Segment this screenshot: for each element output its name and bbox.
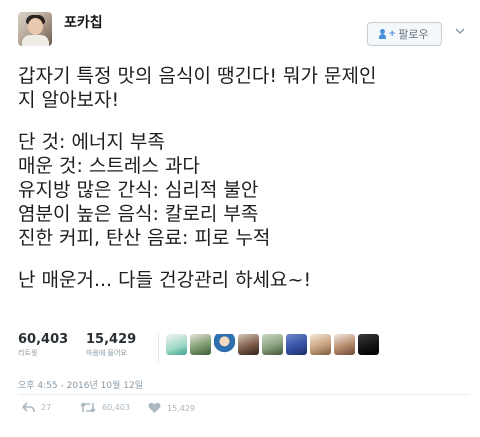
retweet-count: 60,403 [18,332,69,347]
tweet-timestamp[interactable]: 오후 4:55 - 2016년 10월 12일 [18,378,143,391]
liker-avatar[interactable] [286,334,307,355]
follow-button-label: 팔로우 [398,28,429,41]
liker-avatar[interactable] [310,334,331,355]
avatar[interactable] [18,12,52,46]
chevron-down-icon[interactable] [455,26,465,36]
liker-avatar[interactable] [262,334,283,355]
liker-avatar[interactable] [238,334,259,355]
user-plus-icon: + [379,29,396,39]
retweet-label: 리트윗 [18,349,38,357]
tweet-line: 유지방 많은 간식: 심리적 불안 [18,179,259,201]
tweet-header: 포카칩 + 팔로우 [0,0,480,56]
like-button[interactable]: 15,429 [148,402,195,414]
tweet-line: 단 것: 에너지 부족 [18,131,165,153]
tweet-line: 진한 커피, 탄산 음료: 피로 누적 [18,227,271,249]
stats-divider [158,334,159,362]
tweet-line: 갑자기 특정 맛의 음식이 땡긴다! 뭐가 문제인 [18,65,377,87]
liker-avatars [166,334,379,355]
liker-avatar[interactable] [334,334,355,355]
reply-count: 27 [41,403,52,412]
liker-avatar[interactable] [166,334,187,355]
follow-button[interactable]: + 팔로우 [367,22,442,46]
liker-avatar[interactable] [214,334,235,355]
action-divider [18,394,470,395]
retweet-button[interactable]: 60,403 [80,402,130,413]
like-label: 마음에 들어요 [86,349,127,357]
like-stat[interactable]: 15,429 마음에 들어요 [86,332,136,358]
heart-icon [148,402,161,413]
tweet-text: 갑자기 특정 맛의 음식이 땡긴다! 뭐가 문제인 지 알아보자! 단 것: 에… [18,64,470,292]
like-action-count: 15,429 [167,403,195,413]
like-count: 15,429 [86,332,137,347]
tweet-line: 염분이 높은 음식: 칼로리 부족 [18,203,259,225]
tweet-line: 지 알아보자! [18,89,120,111]
tweet-stats: 60,403 리트윗 15,429 마음에 들어요 [18,332,478,362]
reply-button[interactable]: 27 [22,402,51,413]
reply-icon [22,402,35,413]
retweet-action-count: 60,403 [102,403,130,412]
retweet-icon [80,402,96,413]
liker-avatar[interactable] [358,334,379,355]
tweet-line: 난 매운거... 다들 건강관리 하세요~! [18,269,312,291]
liker-avatar[interactable] [190,334,211,355]
retweet-stat[interactable]: 60,403 리트윗 [18,332,68,358]
tweet-line: 매운 것: 스트레스 과다 [18,155,200,177]
display-name[interactable]: 포카칩 [64,12,103,32]
